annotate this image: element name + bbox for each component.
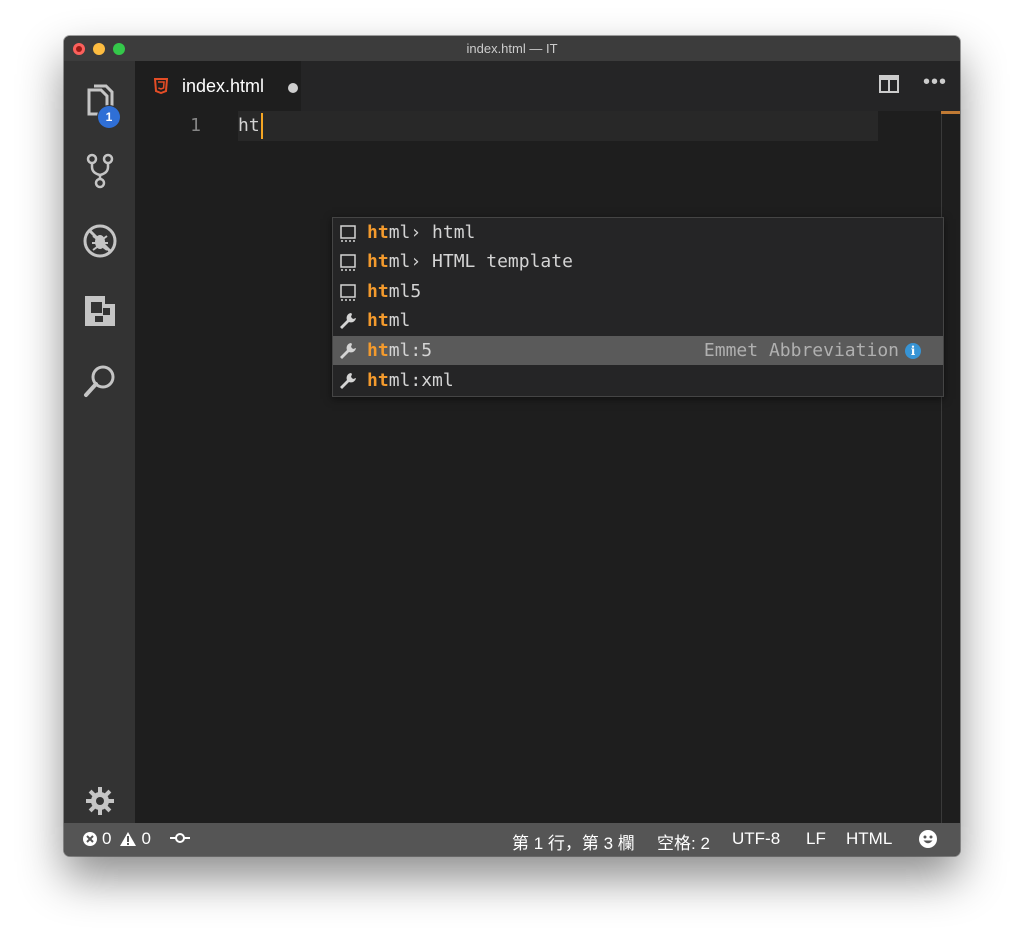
unsaved-dot-icon[interactable] (288, 83, 298, 93)
suggest-item[interactable]: html5 (333, 277, 943, 306)
activity-extensions[interactable] (64, 281, 135, 341)
more-actions-icon[interactable]: ••• (923, 71, 947, 94)
title-bar: index.html — IT (64, 36, 960, 61)
wrench-icon (340, 313, 356, 329)
language-mode[interactable]: HTML (846, 829, 892, 849)
activity-explorer[interactable]: 1 (64, 71, 135, 131)
error-count: 0 (102, 829, 112, 848)
suggest-item[interactable]: html:xml (333, 366, 943, 395)
tab-bar: index.html ••• (135, 61, 960, 111)
snippet-icon (340, 254, 356, 271)
live-share-icon[interactable] (170, 832, 190, 844)
line-number: 1 (190, 115, 201, 136)
text-cursor (261, 113, 263, 139)
error-icon (83, 832, 97, 846)
git-branch-icon (86, 153, 113, 189)
ruler-cursor-mark (941, 111, 960, 114)
snippet-icon (340, 284, 356, 301)
encoding[interactable]: UTF-8 (732, 829, 780, 849)
warning-count: 0 (141, 829, 151, 848)
activity-source-control[interactable] (64, 141, 135, 201)
tab-index-html[interactable]: index.html (135, 61, 301, 111)
problems-indicator[interactable]: 0 0 (82, 829, 151, 849)
snippet-icon (340, 225, 356, 242)
editor-area[interactable]: 1 ht html› html html› HTML template html… (135, 111, 960, 823)
feedback-smiley-icon[interactable] (918, 829, 938, 849)
current-line-highlight (238, 111, 878, 141)
suggest-item[interactable]: html (333, 306, 943, 335)
explorer-badge: 1 (98, 106, 120, 128)
tab-label: index.html (182, 76, 265, 96)
activity-debug[interactable] (64, 211, 135, 271)
activity-search[interactable] (64, 351, 135, 411)
line-ending[interactable]: LF (806, 829, 826, 849)
extensions-icon (84, 296, 115, 326)
suggest-item[interactable]: html› html (333, 218, 943, 247)
indentation[interactable]: 空格: 2 (657, 829, 710, 854)
suggest-detail: Emmet Abbreviation (703, 340, 899, 361)
suggest-widget[interactable]: html› html html› HTML template html5 htm… (332, 217, 944, 397)
search-icon (83, 365, 114, 397)
window-title: index.html — IT (466, 41, 558, 56)
status-bar: 0 0 第 1 行，第 3 欄 空格: 2 UTF-8 LF HTML (64, 823, 960, 856)
no-bug-icon (83, 224, 116, 258)
wrench-icon (340, 373, 356, 389)
wrench-icon (340, 343, 356, 359)
gear-icon (85, 787, 114, 815)
activity-settings[interactable] (64, 783, 135, 819)
activity-bar: 1 (64, 61, 135, 823)
vscode-window: index.html — IT 1 index.html ••• 1 ht ht… (64, 36, 960, 856)
cursor-position[interactable]: 第 1 行，第 3 欄 (512, 829, 635, 854)
code-line[interactable]: ht (238, 115, 260, 136)
html5-icon (154, 78, 168, 94)
suggest-item-selected[interactable]: html:5 Emmet Abbreviation i (333, 336, 943, 365)
suggest-item[interactable]: html› HTML template (333, 247, 943, 276)
warning-icon (120, 832, 137, 846)
info-icon[interactable]: i (905, 343, 921, 359)
split-editor-icon[interactable] (879, 75, 899, 93)
